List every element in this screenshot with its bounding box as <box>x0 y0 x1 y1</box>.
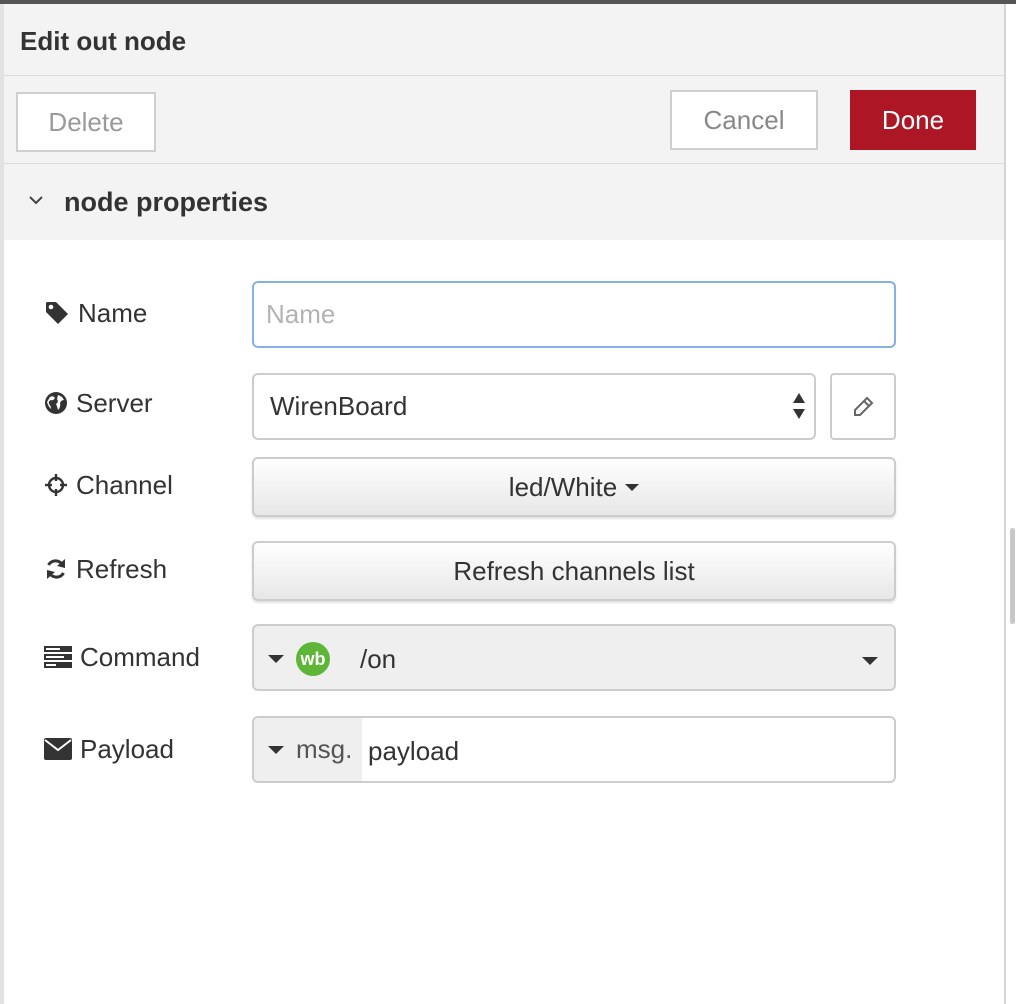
crosshairs-icon <box>45 474 67 496</box>
channel-label-row: Channel <box>44 465 173 505</box>
refresh-channels-button[interactable]: Refresh channels list <box>252 541 896 601</box>
type-caret-icon[interactable] <box>268 655 284 663</box>
payload-label-row: Payload <box>44 729 174 769</box>
channel-value: led/White <box>508 471 618 502</box>
server-select[interactable]: WirenBoard <box>252 373 816 440</box>
scrollbar-track[interactable] <box>1006 4 1016 1004</box>
globe-icon <box>45 392 67 414</box>
wb-type-icon: wb <box>296 642 330 676</box>
refresh-label-row: Refresh <box>44 549 167 589</box>
tag-icon <box>46 302 68 324</box>
scrollbar-thumb[interactable] <box>1010 528 1015 624</box>
server-label: Server <box>76 387 153 418</box>
name-input[interactable] <box>252 281 896 348</box>
section-title: node properties <box>64 187 269 217</box>
pencil-icon <box>854 396 874 416</box>
name-label: Name <box>78 297 148 328</box>
refresh-button-label: Refresh channels list <box>453 555 695 586</box>
chevron-down-icon <box>29 196 43 205</box>
caret-down-icon <box>625 483 640 491</box>
command-typed-input[interactable]: wb /on <box>252 624 896 691</box>
command-value: /on <box>360 644 397 674</box>
command-label: Command <box>80 641 200 672</box>
command-label-row: Command <box>44 637 200 677</box>
payload-type-prefix: msg. <box>296 734 353 764</box>
payload-label: Payload <box>80 733 174 764</box>
dialog-title: Edit out node <box>20 26 187 56</box>
dialog-title-bar: Edit out node <box>4 4 1004 76</box>
done-button[interactable]: Done <box>850 90 976 150</box>
refresh-icon <box>47 559 65 579</box>
server-label-row: Server <box>44 383 153 423</box>
command-dropdown-caret-icon[interactable] <box>862 657 878 665</box>
cancel-button[interactable]: Cancel <box>670 90 818 150</box>
name-label-row: Name <box>44 293 147 333</box>
payload-typed-input[interactable]: msg. payload <box>252 716 896 783</box>
type-caret-icon <box>268 745 284 754</box>
payload-value[interactable]: payload <box>368 736 459 767</box>
payload-type-selector[interactable]: msg. <box>254 718 362 781</box>
delete-button[interactable]: Delete <box>16 92 156 152</box>
envelope-icon <box>44 738 72 760</box>
select-arrows-icon <box>793 393 805 419</box>
node-properties-section-header[interactable]: node properties <box>4 164 1004 240</box>
tasks-icon <box>44 646 72 668</box>
channel-dropdown-button[interactable]: led/White <box>252 457 896 517</box>
server-select-value: WirenBoard <box>270 391 408 421</box>
dialog-button-bar: Delete Cancel Done <box>4 76 1004 164</box>
refresh-label: Refresh <box>76 553 168 584</box>
channel-label: Channel <box>76 469 173 500</box>
edit-server-button[interactable] <box>830 373 896 440</box>
